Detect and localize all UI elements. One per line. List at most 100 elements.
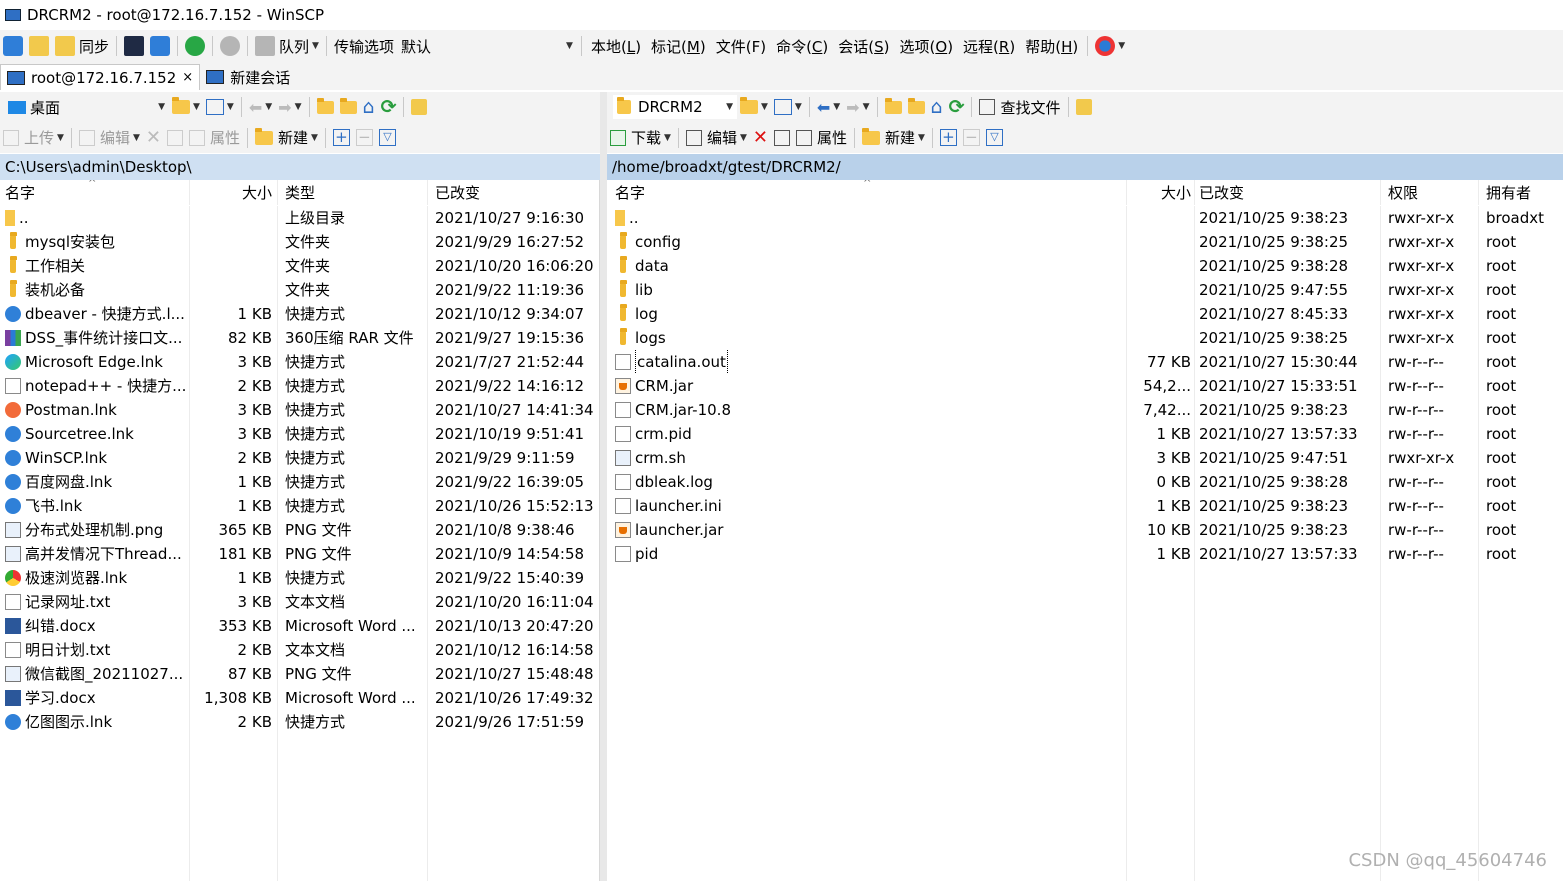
right-parent-dir-button[interactable]	[882, 92, 905, 122]
tab-session-root[interactable]: root@172.16.7.152 ×	[0, 64, 201, 90]
compare-directories-button[interactable]	[0, 30, 26, 62]
table-row[interactable]: 高并发情况下Thread... 181 KB PNG 文件 2021/10/9 14:…	[0, 542, 599, 566]
left-refresh-button[interactable]: ⟳	[378, 92, 400, 122]
table-row[interactable]: CRM.jar 54,2... 2021/10/27 15:33:51 rw-r--r…	[607, 374, 1563, 398]
left-unselect-button[interactable]: −	[353, 122, 376, 153]
left-select-all-button[interactable]: +	[330, 122, 353, 153]
column-header-changed[interactable]: 已改变	[1194, 181, 1381, 205]
left-edit-button[interactable]: 编辑 ▼	[76, 122, 143, 153]
left-filter-button[interactable]: ▼	[203, 92, 237, 122]
open-terminal-button[interactable]	[121, 30, 147, 62]
left-back-button[interactable]: ⬅ ▼	[246, 92, 275, 122]
left-path-bar[interactable]: C:\Users\admin\Desktop\	[0, 154, 600, 180]
table-row[interactable]: crm.pid 1 KB 2021/10/27 13:57:33 rw-r--r-- r…	[607, 422, 1563, 446]
left-parent-dir-button[interactable]	[314, 92, 337, 122]
right-delete-button[interactable]: ✕	[750, 122, 771, 153]
right-open-folder-button[interactable]: ▼	[737, 92, 771, 122]
transfer-preset-select[interactable]: 默认 ▼	[397, 34, 577, 58]
panel-splitter[interactable]	[600, 92, 607, 881]
table-row[interactable]: mysql安装包 文件夹 2021/9/29 16:27:52	[0, 230, 599, 254]
left-new-button[interactable]: 新建 ▼	[252, 122, 321, 153]
table-row[interactable]: WinSCP.lnk 2 KB 快捷方式 2021/9/29 9:11:59	[0, 446, 599, 470]
column-header-rights[interactable]: 权限	[1381, 181, 1479, 205]
table-row[interactable]: launcher.jar 10 KB 2021/10/25 9:38:23 rw-r-…	[607, 518, 1563, 542]
table-row[interactable]: launcher.ini 1 KB 2021/10/25 9:38:23 rw-r--…	[607, 494, 1563, 518]
table-row[interactable]: 分布式处理机制.png 365 KB PNG 文件 2021/10/8 9:38:46	[0, 518, 599, 542]
queue-button[interactable]: 队列 ▼	[252, 30, 322, 62]
synchronize-button[interactable]: 同步	[52, 30, 112, 62]
putty-button[interactable]	[147, 30, 173, 62]
right-refresh-button[interactable]: ⟳	[946, 92, 968, 122]
table-row[interactable]: Microsoft Edge.lnk 3 KB 快捷方式 2021/7/27 21:5…	[0, 350, 599, 374]
table-row[interactable]: catalina.out 77 KB 2021/10/27 15:30:44 rw-r…	[607, 350, 1563, 374]
table-row[interactable]: 明日计划.txt 2 KB 文本文档 2021/10/12 16:14:58	[0, 638, 599, 662]
right-home-button[interactable]: ⌂	[928, 92, 946, 122]
left-filter-select-button[interactable]: ▽	[376, 122, 399, 153]
table-row[interactable]: 学习.docx 1,308 KB Microsoft Word ... 2021/10…	[0, 686, 599, 710]
left-delete-button[interactable]: ✕	[143, 122, 164, 153]
table-row[interactable]: logs 2021/10/25 9:38:25 rwxr-xr-x root	[607, 326, 1563, 350]
network-menu-button[interactable]: ▼	[1092, 30, 1128, 62]
upload-button[interactable]: 上传 ▼	[0, 122, 67, 153]
left-properties-button[interactable]: 属性	[186, 122, 243, 153]
table-row[interactable]: 飞书.lnk 1 KB 快捷方式 2021/10/26 15:52:13	[0, 494, 599, 518]
right-path-bar[interactable]: /home/broadxt/gtest/DRCRM2/	[607, 154, 1563, 180]
right-root-dir-button[interactable]	[905, 92, 928, 122]
right-new-button[interactable]: 新建 ▼	[859, 122, 928, 153]
download-button[interactable]: 下载 ▼	[607, 122, 674, 153]
right-tree-toggle-button[interactable]	[1073, 92, 1095, 122]
table-row[interactable]: .. 上级目录 2021/10/27 9:16:30	[0, 206, 599, 230]
close-icon[interactable]: ×	[182, 70, 193, 85]
right-edit-button[interactable]: 编辑 ▼	[683, 122, 750, 153]
table-row[interactable]: pid 1 KB 2021/10/27 13:57:33 rw-r--r-- root	[607, 542, 1563, 566]
right-filter-select-button[interactable]: ▽	[983, 122, 1006, 153]
left-rename-button[interactable]	[164, 122, 186, 153]
menu-item[interactable]: 本地(L)	[586, 36, 646, 57]
table-row[interactable]: dbeaver - 快捷方式.l... 1 KB 快捷方式 2021/10/12 9:…	[0, 302, 599, 326]
preferences-button[interactable]	[217, 30, 243, 62]
left-root-dir-button[interactable]	[337, 92, 360, 122]
find-files-button[interactable]: 查找文件	[976, 92, 1063, 122]
menu-item[interactable]: 命令(C)	[771, 36, 833, 57]
table-row[interactable]: crm.sh 3 KB 2021/10/25 9:47:51 rwxr-xr-x roo…	[607, 446, 1563, 470]
tab-new-session[interactable]: 新建会话	[200, 64, 296, 90]
table-row[interactable]: Postman.lnk 3 KB 快捷方式 2021/10/27 14:41:34	[0, 398, 599, 422]
table-row[interactable]: .. 2021/10/25 9:38:23 rwxr-xr-x broadxt	[607, 206, 1563, 230]
right-location-select[interactable]: DRCRM2 ▼	[613, 95, 737, 119]
left-location-select[interactable]: 桌面 ▼	[4, 95, 169, 119]
right-properties-button[interactable]: 属性	[793, 122, 850, 153]
right-select-all-button[interactable]: +	[937, 122, 960, 153]
column-header-changed[interactable]: 已改变	[428, 181, 598, 205]
right-unselect-button[interactable]: −	[960, 122, 983, 153]
table-row[interactable]: lib 2021/10/25 9:47:55 rwxr-xr-x root	[607, 278, 1563, 302]
table-row[interactable]: 百度网盘.lnk 1 KB 快捷方式 2021/9/22 16:39:05	[0, 470, 599, 494]
left-home-button[interactable]: ⌂	[360, 92, 378, 122]
table-row[interactable]: config 2021/10/25 9:38:25 rwxr-xr-x root	[607, 230, 1563, 254]
table-row[interactable]: 亿图图示.lnk 2 KB 快捷方式 2021/9/26 17:51:59	[0, 710, 599, 734]
right-back-button[interactable]: ⬅ ▼	[814, 92, 843, 122]
table-row[interactable]: 微信截图_20211027... 87 KB PNG 文件 2021/10/27 15…	[0, 662, 599, 686]
session-button[interactable]	[182, 30, 208, 62]
menu-item[interactable]: 远程(R)	[958, 36, 1020, 57]
menu-item[interactable]: 选项(O)	[895, 36, 959, 57]
table-row[interactable]: log 2021/10/27 8:45:33 rwxr-xr-x root	[607, 302, 1563, 326]
right-forward-button[interactable]: ➡ ▼	[843, 92, 872, 122]
right-filter-button[interactable]: ▼	[771, 92, 805, 122]
table-row[interactable]: data 2021/10/25 9:38:28 rwxr-xr-x root	[607, 254, 1563, 278]
table-row[interactable]: DSS_事件统计接口文... 82 KB 360压缩 RAR 文件 2021/9/27…	[0, 326, 599, 350]
table-row[interactable]: notepad++ - 快捷方... 2 KB 快捷方式 2021/9/22 14:1…	[0, 374, 599, 398]
right-rename-button[interactable]	[771, 122, 793, 153]
table-row[interactable]: 极速浏览器.lnk 1 KB 快捷方式 2021/9/22 15:40:39	[0, 566, 599, 590]
table-row[interactable]: 纠错.docx 353 KB Microsoft Word ... 2021/10/1…	[0, 614, 599, 638]
table-row[interactable]: Sourcetree.lnk 3 KB 快捷方式 2021/10/19 9:51:41	[0, 422, 599, 446]
table-row[interactable]: 装机必备 文件夹 2021/9/22 11:19:36	[0, 278, 599, 302]
left-forward-button[interactable]: ➡ ▼	[275, 92, 304, 122]
menu-item[interactable]: 文件(F)	[711, 36, 771, 57]
column-header-owner[interactable]: 拥有者	[1479, 181, 1563, 205]
table-row[interactable]: dbleak.log 0 KB 2021/10/25 9:38:28 rw-r--r-…	[607, 470, 1563, 494]
left-tree-toggle-button[interactable]	[408, 92, 430, 122]
table-row[interactable]: 记录网址.txt 3 KB 文本文档 2021/10/20 16:11:04	[0, 590, 599, 614]
menu-item[interactable]: 标记(M)	[646, 36, 711, 57]
menu-item[interactable]: 会话(S)	[833, 36, 894, 57]
synchronize-browsing-button[interactable]	[26, 30, 52, 62]
